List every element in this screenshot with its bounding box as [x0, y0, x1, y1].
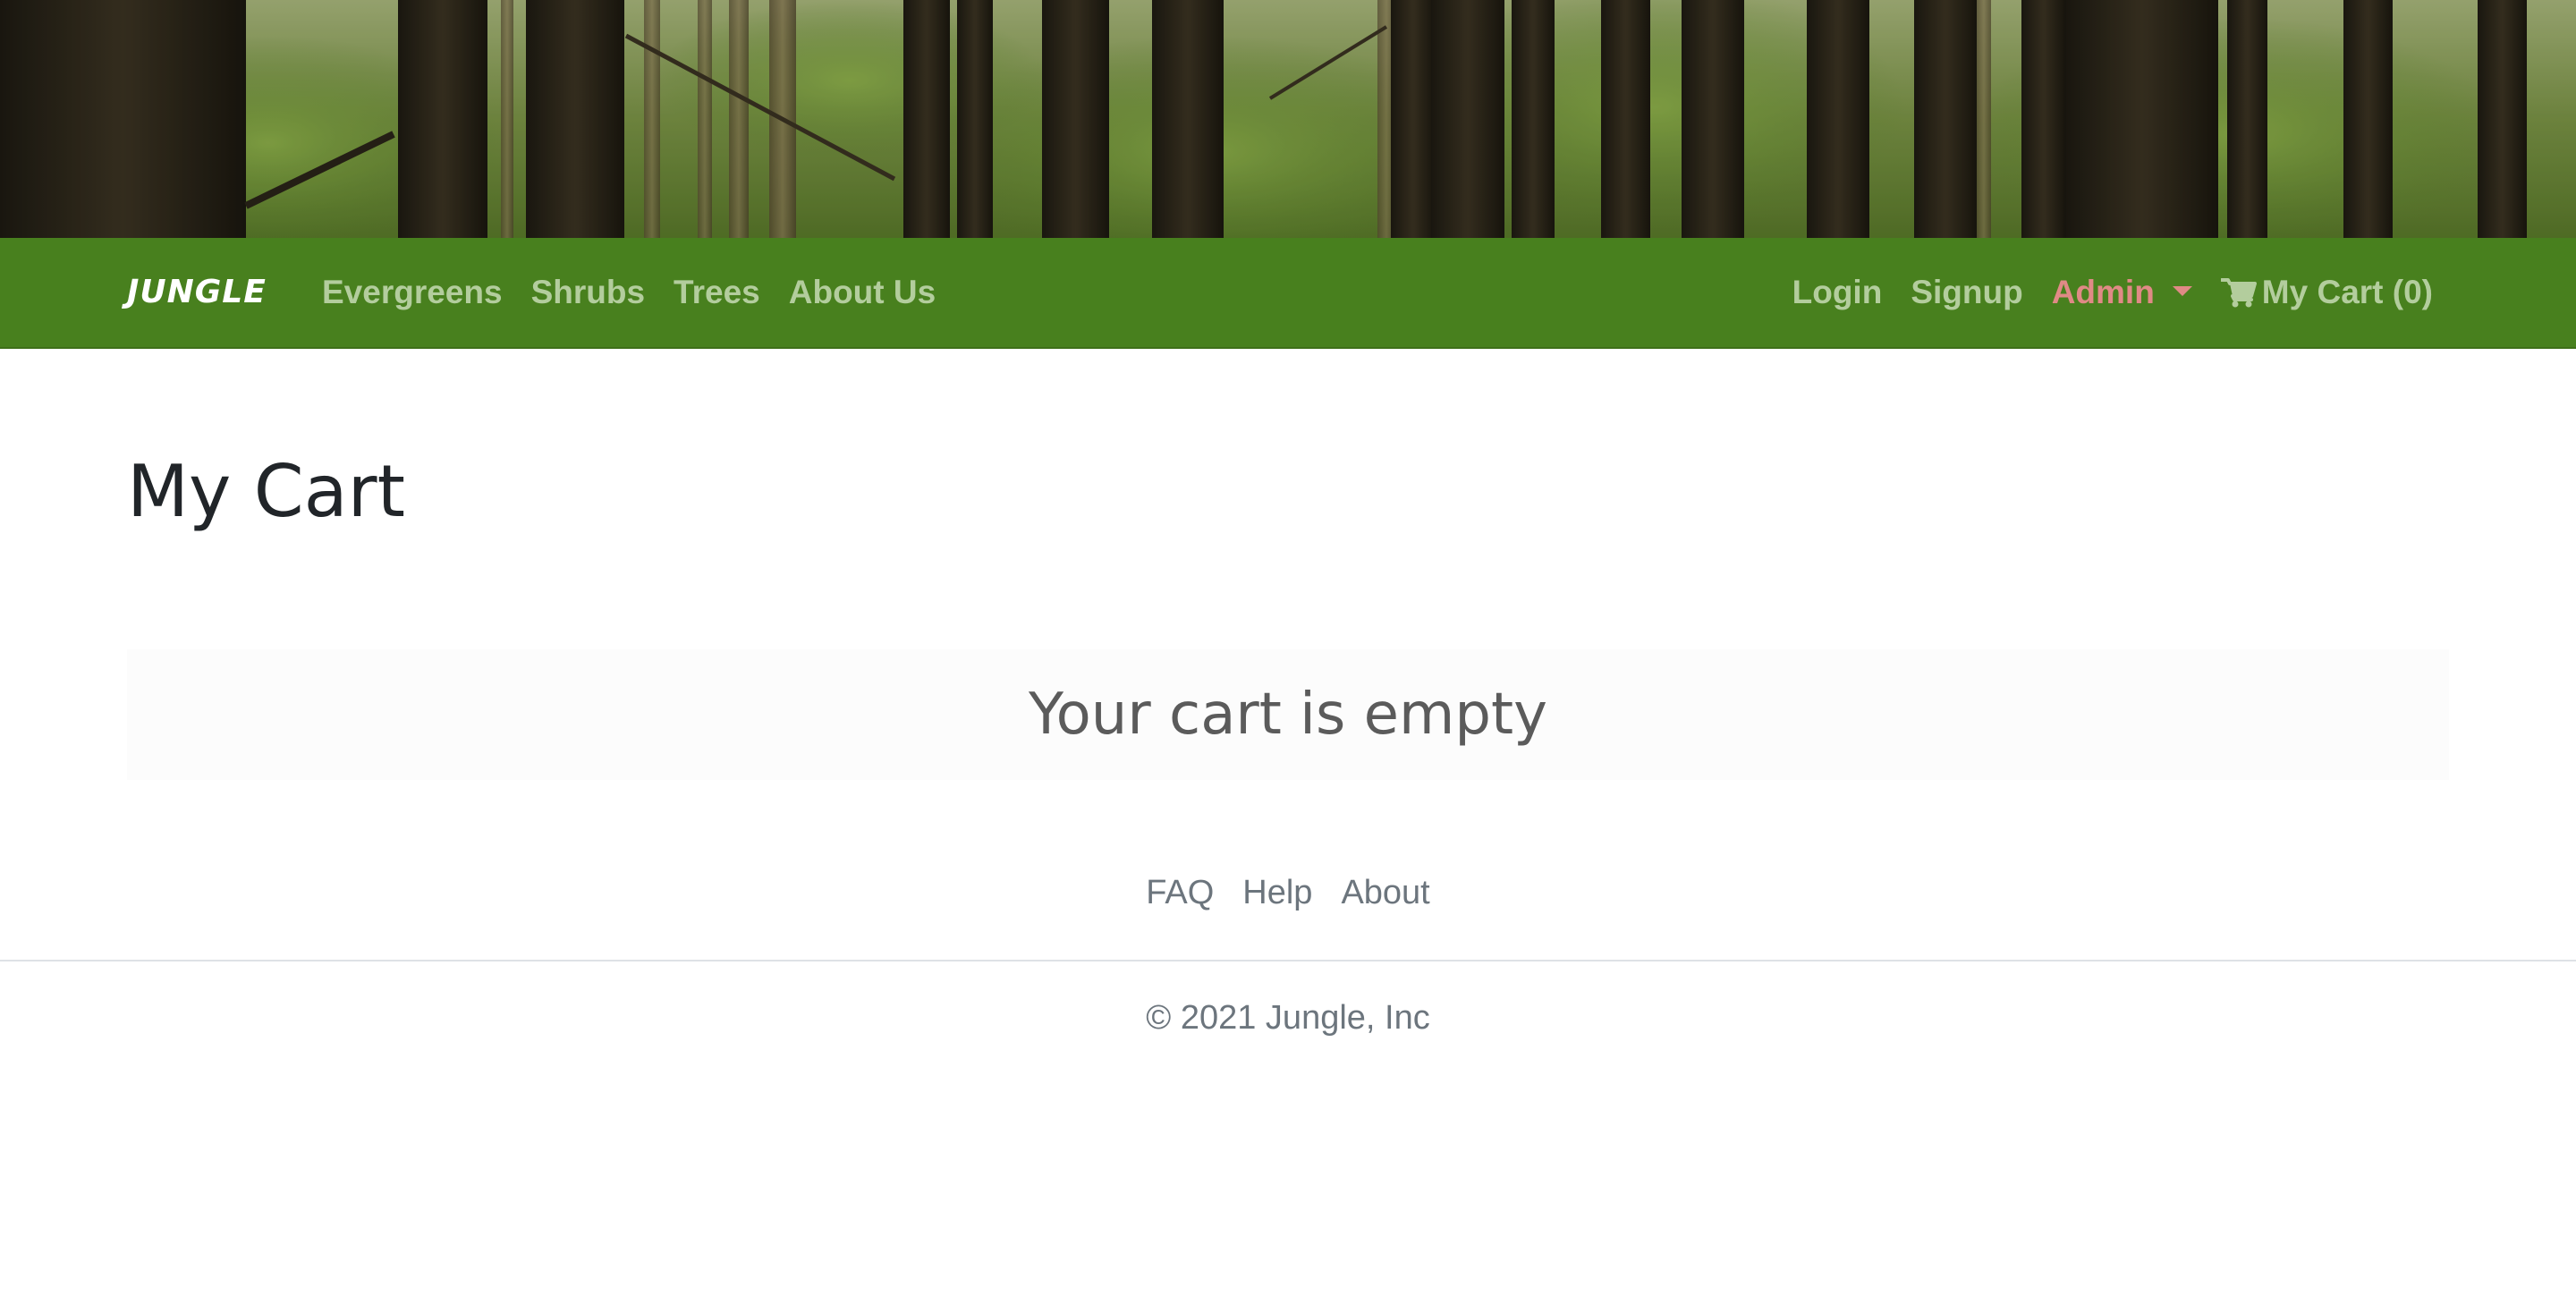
main-navbar: JUNGLE Evergreens Shrubs Trees About Us … [0, 238, 2576, 349]
admin-dropdown-toggle[interactable]: Admin [2052, 272, 2192, 313]
footer-divider [0, 960, 2576, 961]
my-cart-label: My Cart (0) [2261, 274, 2433, 310]
brand-logo-link[interactable]: JUNGLE [127, 274, 267, 310]
forest-banner-image [0, 0, 2576, 238]
shopping-cart-icon [2220, 278, 2257, 308]
nav-link-evergreens[interactable]: Evergreens [322, 272, 503, 313]
footer-links: FAQ Help About [0, 868, 2576, 918]
copyright-text: © 2021 Jungle, Inc [1146, 999, 1430, 1037]
footer-link-about[interactable]: About [1341, 868, 1429, 918]
footer-link-faq[interactable]: FAQ [1146, 868, 1214, 918]
footer-link-help[interactable]: Help [1242, 868, 1312, 918]
empty-cart-message: Your cart is empty [1029, 682, 1547, 748]
nav-link-shrubs[interactable]: Shrubs [531, 272, 645, 313]
caret-down-icon [2172, 285, 2192, 296]
nav-right-links: Login Signup Admin My Cart (0) [1764, 272, 2433, 313]
nav-left-links: Evergreens Shrubs Trees About Us [322, 272, 964, 313]
empty-cart-panel: Your cart is empty [127, 649, 2449, 780]
admin-label: Admin [2051, 274, 2155, 310]
login-link[interactable]: Login [1792, 272, 1883, 313]
nav-link-about-us[interactable]: About Us [789, 272, 936, 313]
signup-link[interactable]: Signup [1911, 272, 2022, 313]
my-cart-link[interactable]: My Cart (0) [2220, 272, 2433, 313]
page-title: My Cart [127, 450, 405, 533]
nav-link-trees[interactable]: Trees [674, 272, 760, 313]
